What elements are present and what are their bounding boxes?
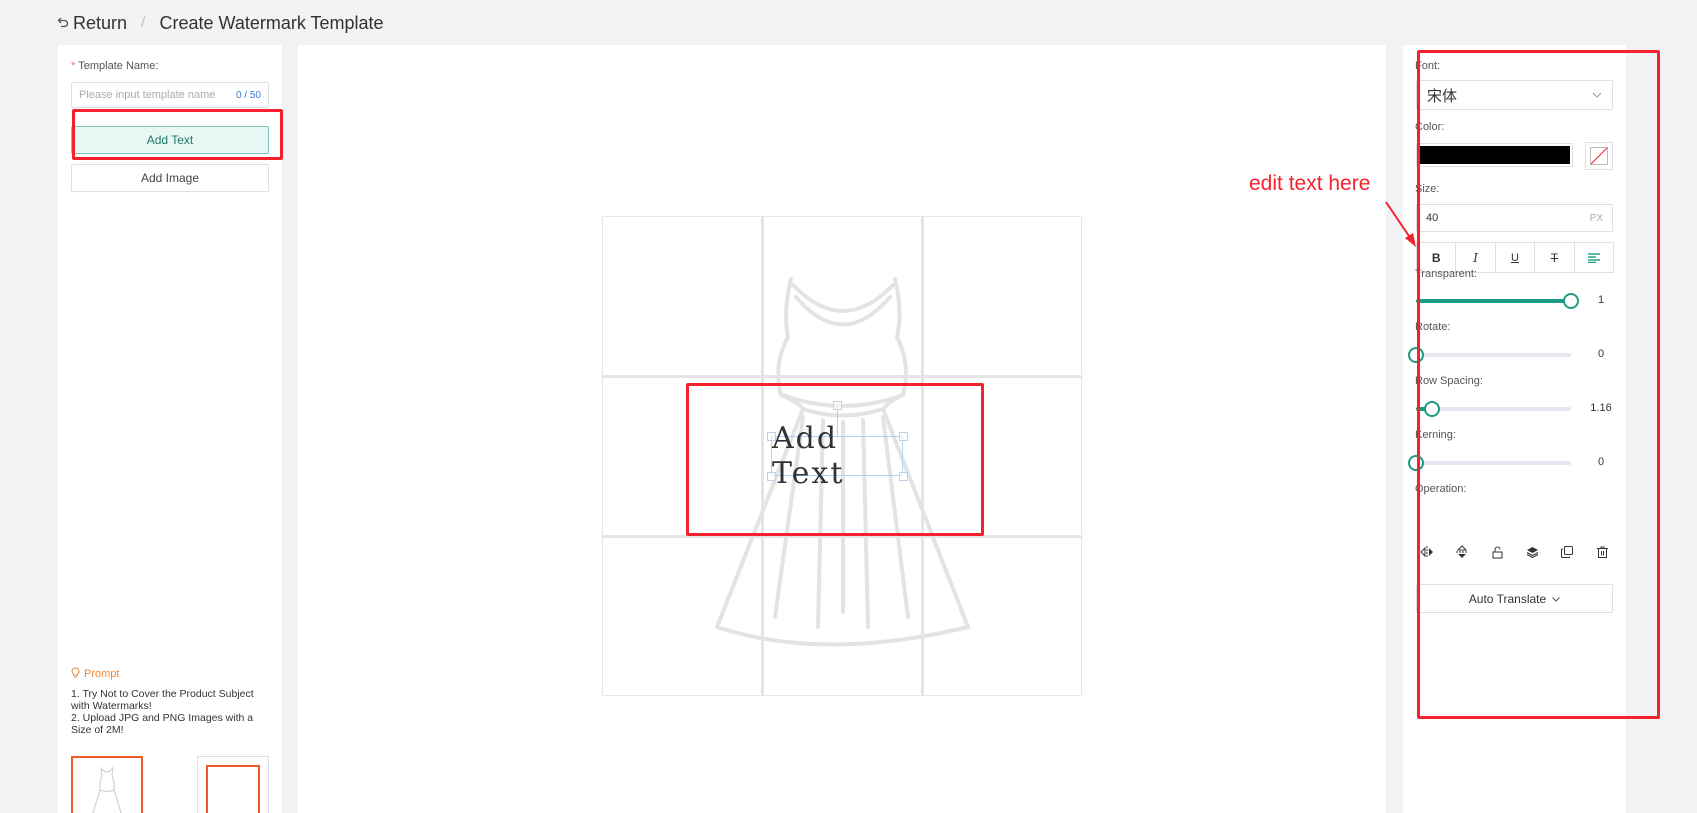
prompt-title: Prompt <box>71 667 119 681</box>
color-picker[interactable] <box>1416 143 1573 167</box>
rotate-handle[interactable] <box>833 401 842 410</box>
transparent-slider[interactable] <box>1416 293 1579 309</box>
watermark-text: Add Text <box>772 421 845 491</box>
left-panel: * Template Name: Please input template na… <box>58 45 282 813</box>
grid-line-horizontal-1 <box>603 375 1081 378</box>
prompt-title-text: Prompt <box>84 668 120 680</box>
template-name-placeholder: Please input template name <box>79 89 216 101</box>
row-spacing-slider[interactable] <box>1416 401 1571 417</box>
template-thumbnail-frame[interactable] <box>197 756 269 813</box>
auto-translate-label: Auto Translate <box>1468 591 1547 606</box>
canvas-panel: Add Text <box>298 45 1386 813</box>
prompt-text: 1. Try Not to Cover the Product Subject … <box>71 688 271 736</box>
bold-icon: B <box>1431 250 1441 265</box>
grid-line-horizontal-2 <box>603 535 1081 538</box>
align-left-button[interactable] <box>1575 243 1613 272</box>
layers-icon[interactable] <box>1523 543 1541 561</box>
copy-icon[interactable] <box>1558 543 1576 561</box>
annotation-text: edit text here <box>1249 172 1371 195</box>
char-count: 0 / 50 <box>235 89 261 101</box>
watermark-canvas[interactable]: Add Text <box>602 216 1082 696</box>
size-unit: PX <box>1589 212 1603 224</box>
resize-handle-top-right[interactable] <box>899 432 908 441</box>
strikethrough-icon: T <box>1550 250 1559 265</box>
align-left-icon <box>1587 252 1600 263</box>
operation-toolbar <box>1416 542 1613 562</box>
font-value: 宋体 <box>1427 87 1458 105</box>
add-image-button[interactable]: Add Image <box>71 164 269 192</box>
font-select[interactable]: 宋体 <box>1416 80 1613 110</box>
underline-button[interactable]: U <box>1496 243 1536 272</box>
template-thumbnail-dress[interactable] <box>71 756 143 813</box>
size-input[interactable]: 40 PX <box>1416 204 1613 232</box>
flip-horizontal-icon[interactable] <box>1418 543 1436 561</box>
annotation-arrow-icon <box>1385 201 1416 247</box>
row-spacing-slider-thumb[interactable] <box>1423 401 1440 417</box>
clear-color-button[interactable] <box>1585 142 1613 170</box>
rotate-label: Rotate: <box>1415 321 1451 333</box>
template-name-input[interactable]: Please input template name 0 / 50 <box>71 82 269 108</box>
size-value: 40 <box>1426 212 1439 224</box>
transparent-value: 1 <box>1597 294 1605 306</box>
text-properties-panel: Font: 宋体 Color: Size: 40 PX B I U T Tran… <box>1403 45 1626 813</box>
chevron-down-icon <box>1552 594 1561 604</box>
kerning-value: 0 <box>1597 456 1605 468</box>
breadcrumb-separator: / <box>141 14 146 31</box>
required-mark: * <box>71 60 76 72</box>
page-header: Return / Create Watermark Template <box>57 10 384 36</box>
kerning-slider[interactable] <box>1408 455 1571 471</box>
page-title: Create Watermark Template <box>159 12 384 33</box>
watermark-text-element[interactable]: Add Text <box>771 421 903 491</box>
rotate-slider[interactable] <box>1408 347 1571 363</box>
transparent-slider-thumb[interactable] <box>1563 293 1579 309</box>
italic-icon: I <box>1473 250 1478 265</box>
template-name-label: * Template Name: <box>71 60 158 72</box>
grid-line-vertical-2 <box>921 217 924 695</box>
delete-icon[interactable] <box>1593 543 1611 561</box>
add-text-button[interactable]: Add Text <box>71 126 269 154</box>
strikethrough-button[interactable]: T <box>1535 243 1575 272</box>
dress-thumbnail-icon <box>92 766 122 813</box>
resize-handle-bottom-left[interactable] <box>767 472 776 481</box>
color-label: Color: <box>1415 121 1445 133</box>
auto-translate-button[interactable]: Auto Translate <box>1416 584 1613 613</box>
kerning-slider-thumb[interactable] <box>1408 455 1424 471</box>
font-label: Font: <box>1415 60 1441 72</box>
transparent-label: Transparent: <box>1415 268 1477 280</box>
frame-thumbnail-border <box>206 765 260 813</box>
chevron-down-icon <box>1592 90 1602 101</box>
template-name-label-text: Template Name: <box>78 60 159 72</box>
resize-handle-top-left[interactable] <box>767 432 776 441</box>
no-color-icon <box>1590 147 1608 165</box>
unlock-icon[interactable] <box>1488 543 1506 561</box>
lightbulb-icon <box>71 667 80 681</box>
kerning-label: Kerning: <box>1415 429 1456 441</box>
rotate-slider-thumb[interactable] <box>1408 347 1424 363</box>
operation-label: Operation: <box>1415 483 1467 495</box>
return-button[interactable]: Return <box>57 13 127 34</box>
prompt-line-2: 2. Upload JPG and PNG Images with a Size… <box>71 712 254 736</box>
resize-handle-bottom-right[interactable] <box>899 472 908 481</box>
row-spacing-value: 1.16 <box>1590 402 1612 414</box>
color-swatch <box>1419 146 1570 164</box>
underline-icon: U <box>1511 251 1519 264</box>
return-label: Return <box>73 12 128 33</box>
row-spacing-label: Row Spacing: <box>1415 375 1483 387</box>
prompt-line-1: 1. Try Not to Cover the Product Subject … <box>71 688 254 712</box>
size-label: Size: <box>1415 183 1440 195</box>
return-icon <box>57 15 69 31</box>
grid-line-vertical-1 <box>761 217 764 695</box>
flip-vertical-icon[interactable] <box>1453 543 1471 561</box>
rotate-value: 0 <box>1597 348 1605 360</box>
